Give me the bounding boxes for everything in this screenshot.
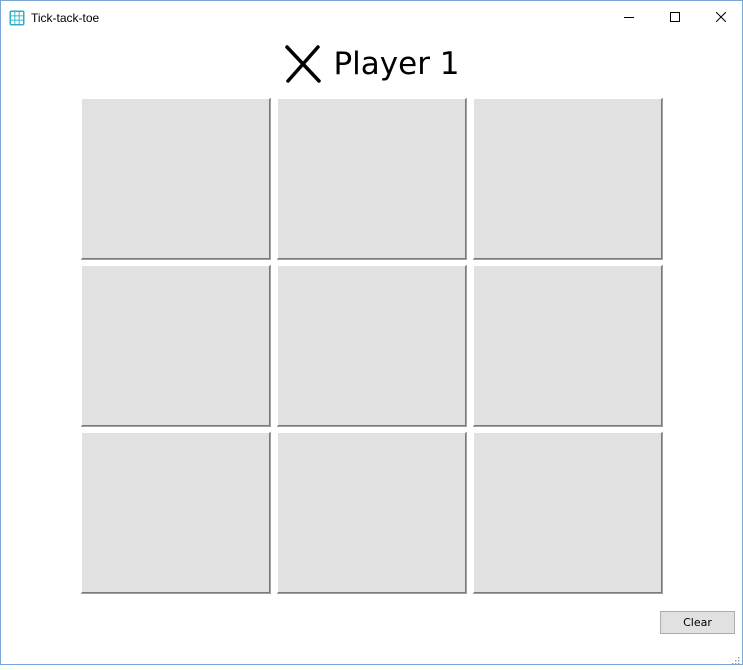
- app-window: Tick-tack-toe Player 1 Clear: [0, 0, 743, 665]
- title-bar[interactable]: Tick-tack-toe: [1, 1, 742, 33]
- board-cell-3-1[interactable]: [81, 432, 271, 594]
- board-cell-3-2[interactable]: [277, 432, 467, 594]
- game-board: [81, 98, 665, 596]
- board-cell-1-3[interactable]: [473, 98, 663, 260]
- turn-status: Player 1: [1, 41, 742, 87]
- x-mark-icon: [283, 44, 323, 84]
- board-cell-3-3[interactable]: [473, 432, 663, 594]
- minimize-icon: [624, 12, 634, 22]
- clear-button[interactable]: Clear: [660, 611, 735, 634]
- close-button[interactable]: [698, 1, 743, 33]
- resize-grip-icon[interactable]: [730, 652, 740, 665]
- maximize-icon: [670, 12, 680, 22]
- minimize-button[interactable]: [606, 1, 652, 33]
- board-cell-2-2[interactable]: [277, 265, 467, 427]
- window-title: Tick-tack-toe: [31, 11, 100, 25]
- tic-tac-toe-grid-icon: [9, 10, 25, 26]
- board-cell-2-3[interactable]: [473, 265, 663, 427]
- board-cell-1-1[interactable]: [81, 98, 271, 260]
- board-cell-2-1[interactable]: [81, 265, 271, 427]
- close-icon: [716, 12, 726, 22]
- board-cell-1-2[interactable]: [277, 98, 467, 260]
- maximize-button[interactable]: [652, 1, 698, 33]
- current-player-label: Player 1: [333, 46, 460, 82]
